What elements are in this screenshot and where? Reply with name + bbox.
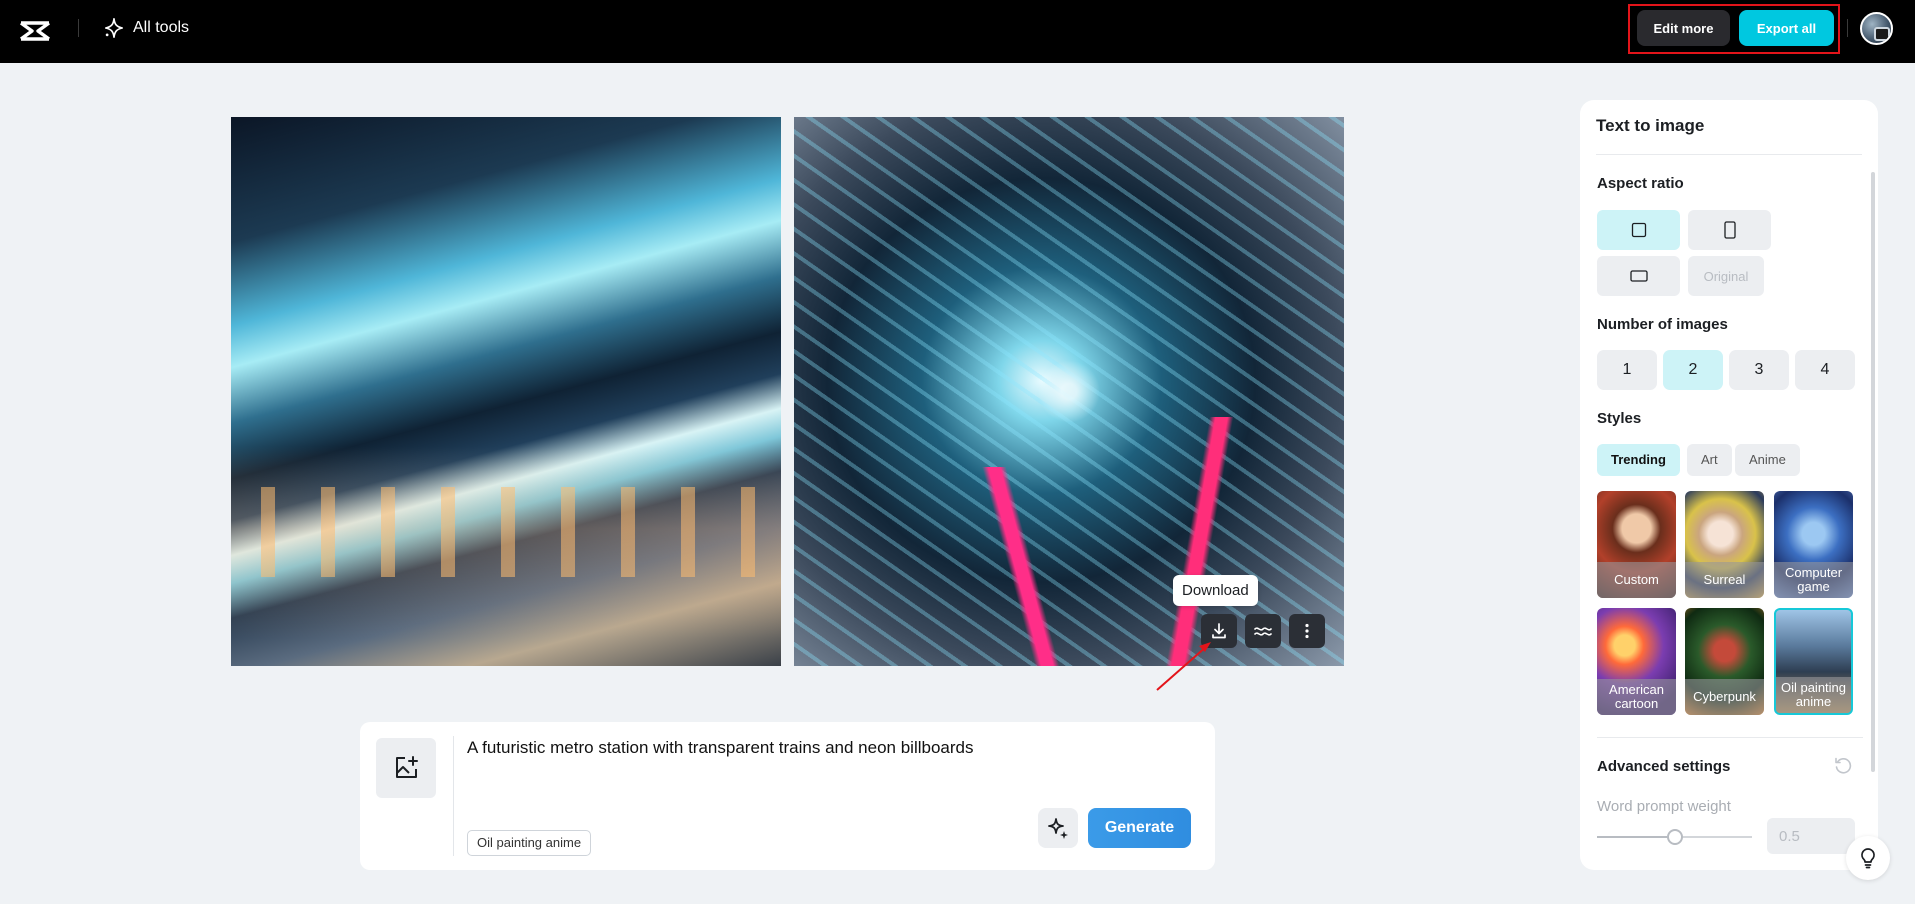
landscape-ratio-icon: [1629, 270, 1648, 282]
style-card-custom[interactable]: Custom: [1597, 491, 1676, 598]
export-all-button[interactable]: Export all: [1739, 10, 1834, 46]
lightbulb-icon: [1861, 848, 1875, 869]
aspect-portrait-button[interactable]: [1688, 210, 1771, 250]
all-tools-label: All tools: [133, 19, 190, 36]
word-prompt-weight-slider-fill: [1597, 836, 1675, 838]
wave-icon: [1254, 627, 1272, 636]
image-action-bar: [1201, 614, 1325, 648]
image-add-icon: [396, 756, 418, 778]
divider: [1847, 19, 1848, 37]
settings-panel: Text to image Aspect ratio Original Numb…: [1580, 100, 1878, 870]
aspect-original-button[interactable]: Original: [1688, 256, 1764, 296]
aspect-square-button[interactable]: [1597, 210, 1680, 250]
style-card-oil-painting-anime[interactable]: Oil painting anime: [1774, 608, 1853, 715]
styles-label: Styles: [1597, 410, 1642, 427]
aspect-landscape-button[interactable]: [1597, 256, 1680, 296]
user-avatar[interactable]: [1860, 12, 1893, 45]
word-prompt-weight-slider-handle[interactable]: [1667, 829, 1683, 845]
download-tooltip: Download: [1173, 575, 1258, 606]
magic-sparkle-icon: [1048, 818, 1068, 839]
number-option-1[interactable]: 1: [1597, 350, 1657, 390]
number-option-2[interactable]: 2: [1663, 350, 1723, 390]
panel-scrollbar[interactable]: [1871, 172, 1875, 772]
generate-button[interactable]: Generate: [1088, 808, 1191, 848]
aspect-ratio-label: Aspect ratio: [1597, 175, 1684, 192]
style-card-label: Custom: [1597, 562, 1676, 598]
divider: [78, 19, 79, 37]
number-option-3[interactable]: 3: [1729, 350, 1789, 390]
inspire-button[interactable]: [1038, 808, 1078, 848]
divider: [1596, 154, 1862, 155]
tips-button[interactable]: [1846, 836, 1890, 880]
divider: [453, 736, 454, 856]
style-card-cyberpunk[interactable]: Cyberpunk: [1685, 608, 1764, 715]
prompt-box: A futuristic metro station with transpar…: [360, 722, 1215, 870]
top-bar: All tools Edit more Export all: [0, 0, 1915, 63]
style-tab-trending[interactable]: Trending: [1597, 444, 1680, 476]
generated-image-2[interactable]: [794, 117, 1344, 666]
download-icon: [1212, 623, 1226, 639]
more-options-button[interactable]: [1289, 614, 1325, 648]
style-card-label: Oil painting anime: [1776, 677, 1851, 713]
number-of-images-label: Number of images: [1597, 316, 1728, 333]
capcut-logo-icon[interactable]: [18, 14, 52, 48]
word-prompt-weight-input[interactable]: [1767, 818, 1855, 854]
generated-image-1[interactable]: [231, 117, 781, 666]
reset-icon[interactable]: [1833, 756, 1853, 776]
style-card-label: Surreal: [1685, 562, 1764, 598]
number-option-4[interactable]: 4: [1795, 350, 1855, 390]
style-tab-art[interactable]: Art: [1687, 444, 1732, 476]
style-card-label: Cyberpunk: [1685, 679, 1764, 715]
style-card-american-cartoon[interactable]: American cartoon: [1597, 608, 1676, 715]
panel-title: Text to image: [1596, 116, 1705, 135]
enhance-button[interactable]: [1245, 614, 1281, 648]
style-tag[interactable]: Oil painting anime: [467, 830, 592, 856]
red-arrow-annotation-icon: [1156, 642, 1211, 691]
square-ratio-icon: [1631, 222, 1646, 238]
more-vertical-icon: [1305, 623, 1309, 639]
edit-more-button[interactable]: Edit more: [1637, 10, 1730, 46]
divider: [1597, 737, 1863, 738]
style-card-label: American cartoon: [1597, 679, 1676, 715]
style-card-label: Computer game: [1774, 562, 1853, 598]
all-tools-link[interactable]: All tools: [103, 16, 189, 40]
style-card-computer-game[interactable]: Computer game: [1774, 491, 1853, 598]
prompt-input[interactable]: A futuristic metro station with transpar…: [467, 736, 1027, 759]
style-tab-anime[interactable]: Anime: [1735, 444, 1800, 476]
advanced-settings-label[interactable]: Advanced settings: [1597, 758, 1730, 775]
portrait-ratio-icon: [1723, 221, 1736, 239]
sparkle-icon: [104, 18, 124, 38]
style-card-surreal[interactable]: Surreal: [1685, 491, 1764, 598]
add-reference-image-button[interactable]: [376, 738, 436, 798]
word-prompt-weight-label: Word prompt weight: [1597, 798, 1731, 815]
